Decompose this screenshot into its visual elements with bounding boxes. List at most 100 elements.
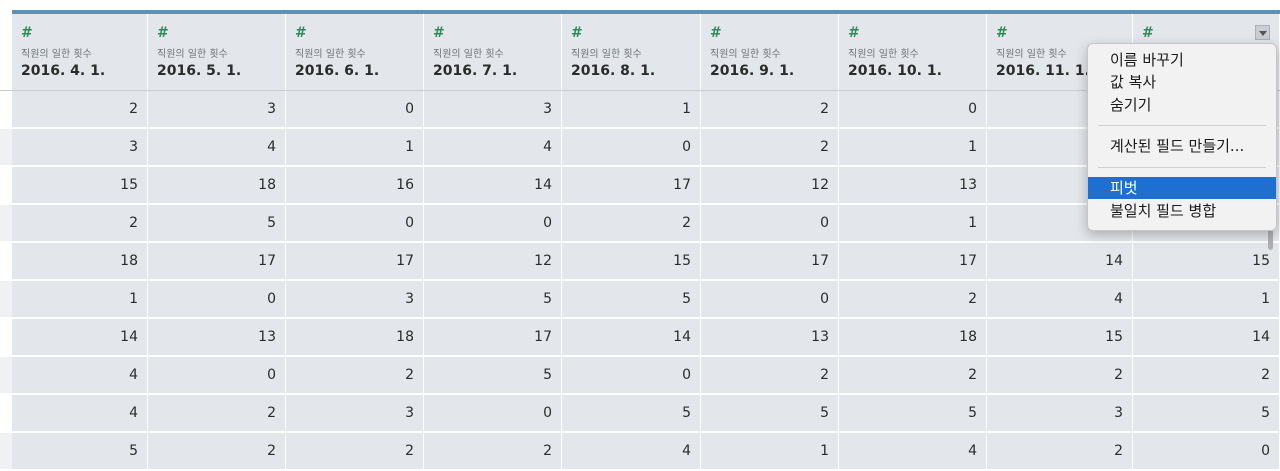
column-title: 2016. 4. 1. xyxy=(21,63,106,79)
table-cell: 5 xyxy=(562,395,701,432)
table-cell: 3 xyxy=(424,91,562,128)
table-cell: 4 xyxy=(148,129,286,166)
table-cell: 0 xyxy=(701,281,839,318)
table-cell: 15 xyxy=(987,319,1133,356)
column-header[interactable]: # 직원의 일한 횟수 2016. 8. 1. xyxy=(562,14,701,90)
table-cell: 15 xyxy=(1133,243,1280,280)
table-cell: 4 xyxy=(562,433,701,470)
table-cell: 2 xyxy=(424,433,562,470)
table-cell: 1 xyxy=(1133,281,1280,318)
menu-item-merge-mismatched-fields[interactable]: 불일치 필드 병합 xyxy=(1088,200,1276,222)
table-cell: 4 xyxy=(12,395,148,432)
column-dropdown-button[interactable] xyxy=(1255,25,1270,40)
top-bar xyxy=(0,0,1280,10)
table-cell: 1 xyxy=(839,129,987,166)
number-type-icon[interactable]: # xyxy=(295,25,307,41)
table-cell: 12 xyxy=(424,243,562,280)
table-cell: 13 xyxy=(148,319,286,356)
table-cell: 0 xyxy=(562,129,701,166)
table-cell: 14 xyxy=(562,319,701,356)
table-cell: 3 xyxy=(12,129,148,166)
column-title: 2016. 6. 1. xyxy=(295,63,380,79)
table-cell: 4 xyxy=(839,433,987,470)
table-cell: 17 xyxy=(424,319,562,356)
column-title: 2016. 10. 1. xyxy=(848,63,942,79)
table-cell: 1 xyxy=(286,129,424,166)
column-header[interactable]: # 직원의 일한 횟수 2016. 5. 1. xyxy=(148,14,286,90)
column-header[interactable]: # 직원의 일한 횟수 2016. 7. 1. xyxy=(424,14,562,90)
row-stripe xyxy=(0,205,12,242)
number-type-icon[interactable]: # xyxy=(21,25,33,41)
row-stripe xyxy=(0,357,12,394)
menu-separator xyxy=(1098,125,1266,126)
column-header[interactable]: # 직원의 일한 횟수 2016. 4. 1. xyxy=(12,14,148,90)
table-cell: 16 xyxy=(286,167,424,204)
row-stripe xyxy=(0,319,12,356)
number-type-icon[interactable]: # xyxy=(996,25,1008,41)
table-cell: 17 xyxy=(839,243,987,280)
menu-separator xyxy=(1098,167,1266,168)
column-title: 2016. 11. 1. xyxy=(996,63,1090,79)
table-cell: 18 xyxy=(12,243,148,280)
menu-item-rename[interactable]: 이름 바꾸기 xyxy=(1088,49,1276,71)
table-cell: 2 xyxy=(286,357,424,394)
row-stripe xyxy=(0,129,12,166)
row-stripe xyxy=(0,167,12,204)
column-header[interactable]: # 직원의 일한 횟수 2016. 10. 1. xyxy=(839,14,987,90)
column-source-label: 직원의 일한 횟수 xyxy=(848,49,919,60)
table-cell: 1 xyxy=(562,91,701,128)
table-cell: 2 xyxy=(12,91,148,128)
table-cell: 5 xyxy=(562,281,701,318)
table-cell: 18 xyxy=(286,319,424,356)
table-cell: 5 xyxy=(839,395,987,432)
column-context-menu: 이름 바꾸기 값 복사 숨기기 계산된 필드 만들기... 피벗 불일치 필드 … xyxy=(1087,43,1277,231)
table-cell: 5 xyxy=(12,433,148,470)
menu-item-create-calculated-field[interactable]: 계산된 필드 만들기... xyxy=(1088,135,1276,157)
table-cell: 13 xyxy=(839,167,987,204)
table-cell: 2 xyxy=(148,433,286,470)
table-cell: 4 xyxy=(424,129,562,166)
number-type-icon[interactable]: # xyxy=(848,25,860,41)
number-type-icon[interactable]: # xyxy=(710,25,722,41)
menu-item-pivot[interactable]: 피벗 xyxy=(1088,177,1276,199)
table-cell: 0 xyxy=(148,281,286,318)
number-type-icon[interactable]: # xyxy=(433,25,445,41)
table-cell: 5 xyxy=(148,205,286,242)
column-source-label: 직원의 일한 횟수 xyxy=(157,49,228,60)
table-cell: 0 xyxy=(424,395,562,432)
table-cell: 2 xyxy=(987,357,1133,394)
table-cell: 0 xyxy=(839,91,987,128)
row-stripe xyxy=(0,91,12,128)
column-header[interactable]: # 직원의 일한 횟수 2016. 9. 1. xyxy=(701,14,839,90)
table-cell: 2 xyxy=(12,205,148,242)
column-title: 2016. 5. 1. xyxy=(157,63,242,79)
number-type-icon[interactable]: # xyxy=(571,25,583,41)
column-source-label: 직원의 일한 횟수 xyxy=(21,49,92,60)
table-cell: 12 xyxy=(701,167,839,204)
number-type-icon[interactable]: # xyxy=(157,25,169,41)
row-stripe xyxy=(0,433,12,470)
number-type-icon[interactable]: # xyxy=(1142,25,1154,41)
table-cell: 13 xyxy=(701,319,839,356)
column-source-label: 직원의 일한 횟수 xyxy=(433,49,504,60)
table-cell: 1 xyxy=(12,281,148,318)
table-cell: 17 xyxy=(286,243,424,280)
table-cell: 18 xyxy=(839,319,987,356)
table-cell: 2 xyxy=(839,357,987,394)
menu-item-hide[interactable]: 숨기기 xyxy=(1088,94,1276,116)
table-cell: 15 xyxy=(562,243,701,280)
row-stripe xyxy=(0,281,12,318)
table-cell: 2 xyxy=(701,357,839,394)
table-cell: 0 xyxy=(562,357,701,394)
table-cell: 5 xyxy=(1133,395,1280,432)
table-cell: 2 xyxy=(987,433,1133,470)
table-cell: 2 xyxy=(701,91,839,128)
column-header[interactable]: # 직원의 일한 횟수 2016. 6. 1. xyxy=(286,14,424,90)
menu-item-copy-values[interactable]: 값 복사 xyxy=(1088,71,1276,93)
table-cell: 3 xyxy=(987,395,1133,432)
table-cell: 0 xyxy=(286,91,424,128)
table-cell: 5 xyxy=(701,395,839,432)
table-cell: 2 xyxy=(839,281,987,318)
table-cell: 0 xyxy=(1133,433,1280,470)
table-cell: 2 xyxy=(701,129,839,166)
